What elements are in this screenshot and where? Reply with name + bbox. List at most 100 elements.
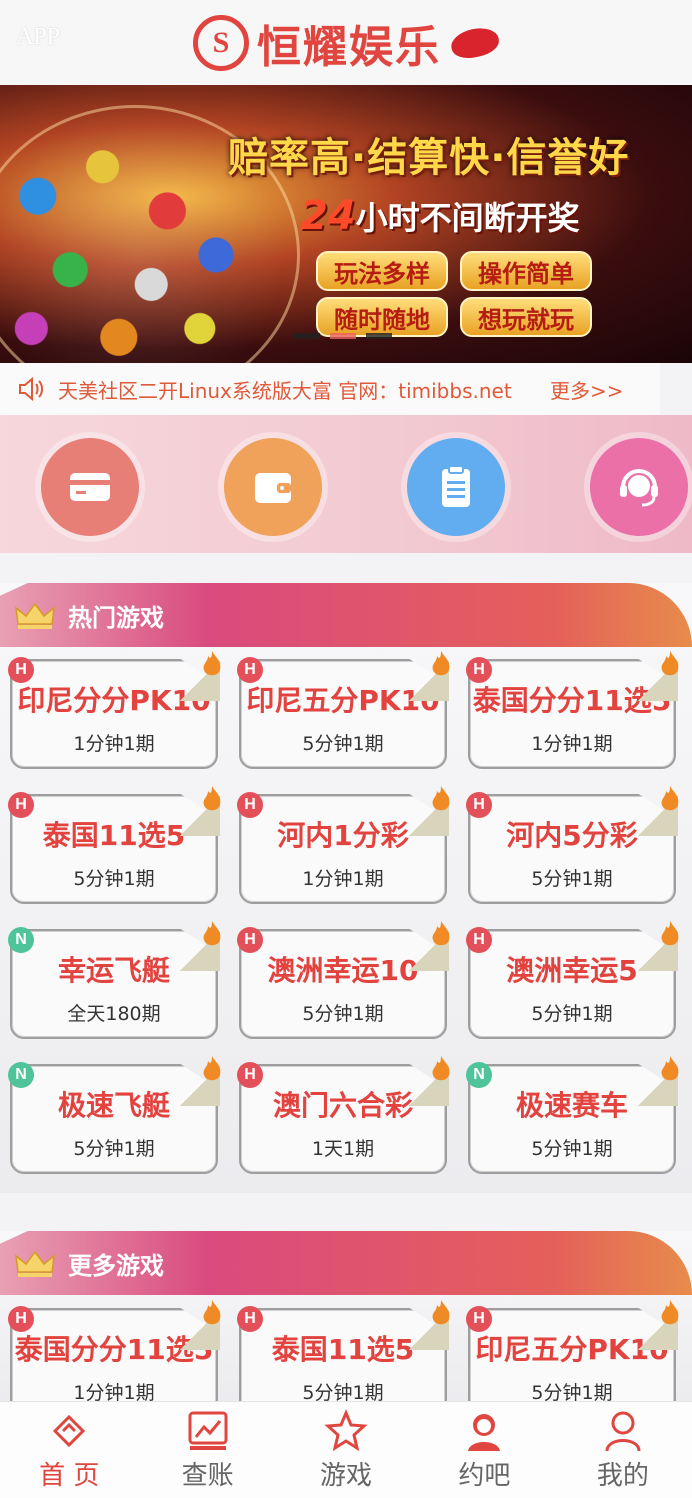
hot-badge: H (237, 1062, 263, 1088)
carousel-dot[interactable] (366, 333, 392, 339)
lips-icon (448, 23, 502, 62)
game-period: 全天180期 (67, 1002, 161, 1025)
promo-banner[interactable]: 赔率高·结算快·信誉好 24小时不间断开奖 玩法多样 操作简单 随时随地 想玩就… (0, 85, 692, 363)
banner-pill: 随时随地 (316, 297, 448, 337)
banner-pill: 想玩就玩 (460, 297, 592, 337)
tab-profile[interactable]: 我的 (554, 1402, 692, 1498)
game-period: 1分钟1期 (302, 867, 384, 890)
notice-more-link[interactable]: 更多>> (550, 375, 640, 404)
flame-icon (432, 1300, 450, 1325)
game-period: 5分钟1期 (73, 867, 155, 890)
flame-icon (661, 1056, 679, 1081)
flame-icon (661, 1300, 679, 1325)
user-icon (605, 1411, 641, 1451)
ticket-icon (53, 1414, 86, 1447)
support-headset-icon (620, 469, 658, 507)
game-period: 5分钟1期 (302, 1002, 384, 1025)
game-period: 1天1期 (311, 1137, 375, 1160)
clipboard-icon (442, 465, 470, 507)
flame-icon (432, 651, 450, 676)
tab-label: 首 页 (39, 1460, 100, 1491)
banner-subline: 24小时不间断开奖 (300, 193, 580, 239)
banner-pill: 玩法多样 (316, 251, 448, 291)
chart-icon (188, 1411, 228, 1450)
tab-dating[interactable]: 约吧 (415, 1402, 553, 1498)
carousel-dot[interactable] (294, 333, 320, 339)
tab-label: 我的 (596, 1460, 649, 1491)
hot-badge: H (237, 657, 263, 683)
tab-games[interactable]: 游戏 (277, 1402, 415, 1498)
banner-pill: 操作简单 (460, 251, 592, 291)
hot-badge: H (237, 1306, 263, 1332)
records-button[interactable] (407, 438, 505, 536)
game-period: 5分钟1期 (531, 1137, 613, 1160)
game-period: 5分钟1期 (302, 732, 384, 755)
speaker-icon (19, 376, 43, 402)
flame-icon (203, 921, 221, 946)
carousel-dot-active[interactable] (330, 333, 356, 339)
hot-badge: H (466, 927, 492, 953)
game-name: 极速赛车 (515, 1088, 628, 1122)
game-period: 1分钟1期 (531, 732, 613, 755)
game-name: 澳洲幸运10 (267, 953, 419, 987)
girl-icon (468, 1413, 501, 1451)
app-header: APP S 恒耀娱乐 (0, 0, 692, 85)
game-name: 河内5分彩 (506, 818, 638, 852)
flame-icon (203, 1056, 221, 1081)
new-badge: N (466, 1062, 492, 1088)
new-badge: N (8, 927, 34, 953)
section-title: 更多游戏 (68, 1251, 164, 1280)
flame-icon (203, 1300, 221, 1325)
hot-games-header: 热门游戏 (0, 583, 692, 647)
tab-account[interactable]: 查账 (138, 1402, 276, 1498)
flame-icon (203, 786, 221, 811)
notice-text: 天美社区二开Linux系统版大富 官网：timibbs.net (58, 378, 512, 403)
game-period: 5分钟1期 (73, 1137, 155, 1160)
flame-icon (203, 651, 221, 676)
game-name: 澳洲幸运5 (506, 953, 638, 987)
wallet-button[interactable] (224, 438, 322, 536)
game-name: 泰国11选5 (271, 1332, 415, 1366)
banner-headline: 赔率高·结算快·信誉好 (228, 135, 630, 181)
wallet-icon (255, 473, 291, 503)
tab-label: 查账 (181, 1460, 234, 1491)
crown-icon (15, 602, 55, 629)
section-title: 热门游戏 (68, 603, 164, 632)
flame-icon (432, 786, 450, 811)
brand-name: 恒耀娱乐 (257, 21, 441, 73)
quick-actions (0, 415, 692, 553)
carousel-dots[interactable] (294, 333, 392, 339)
recharge-button[interactable] (41, 438, 139, 536)
banner-hours: 24 (300, 193, 356, 239)
game-name: 泰国11选5 (42, 818, 186, 852)
flame-icon (661, 651, 679, 676)
hot-badge: H (466, 1306, 492, 1332)
tab-home[interactable]: 首 页 (0, 1402, 138, 1498)
hot-badge: H (8, 657, 34, 683)
hot-badge: H (466, 792, 492, 818)
hot-badge: H (8, 792, 34, 818)
bottom-tabbar: 首 页 查账 游戏 约吧 我的 (0, 1401, 692, 1498)
hot-badge: H (8, 1306, 34, 1332)
card-icon (70, 473, 110, 501)
game-period: 1分钟1期 (73, 732, 155, 755)
game-name: 澳门六合彩 (272, 1088, 413, 1122)
customer-service-button[interactable] (590, 438, 688, 536)
flame-icon (432, 1056, 450, 1081)
flame-icon (661, 786, 679, 811)
brand-logo[interactable]: S 恒耀娱乐 (193, 11, 502, 75)
hot-badge: H (466, 657, 492, 683)
new-badge: N (8, 1062, 34, 1088)
game-name: 河内1分彩 (277, 818, 409, 852)
app-download-link[interactable]: APP (16, 24, 60, 51)
tab-label: 约吧 (458, 1460, 511, 1491)
hot-badge: H (237, 792, 263, 818)
flame-icon (661, 921, 679, 946)
more-games-header: 更多游戏 (0, 1231, 692, 1295)
notice-bar: 天美社区二开Linux系统版大富 官网：timibbs.net 更多>> (0, 363, 660, 415)
game-name: 幸运飞艇 (57, 953, 170, 987)
game-name: 极速飞艇 (57, 1088, 170, 1122)
tab-label: 游戏 (320, 1460, 373, 1491)
banner-subtext: 小时不间断开奖 (355, 199, 580, 237)
flame-icon (432, 921, 450, 946)
